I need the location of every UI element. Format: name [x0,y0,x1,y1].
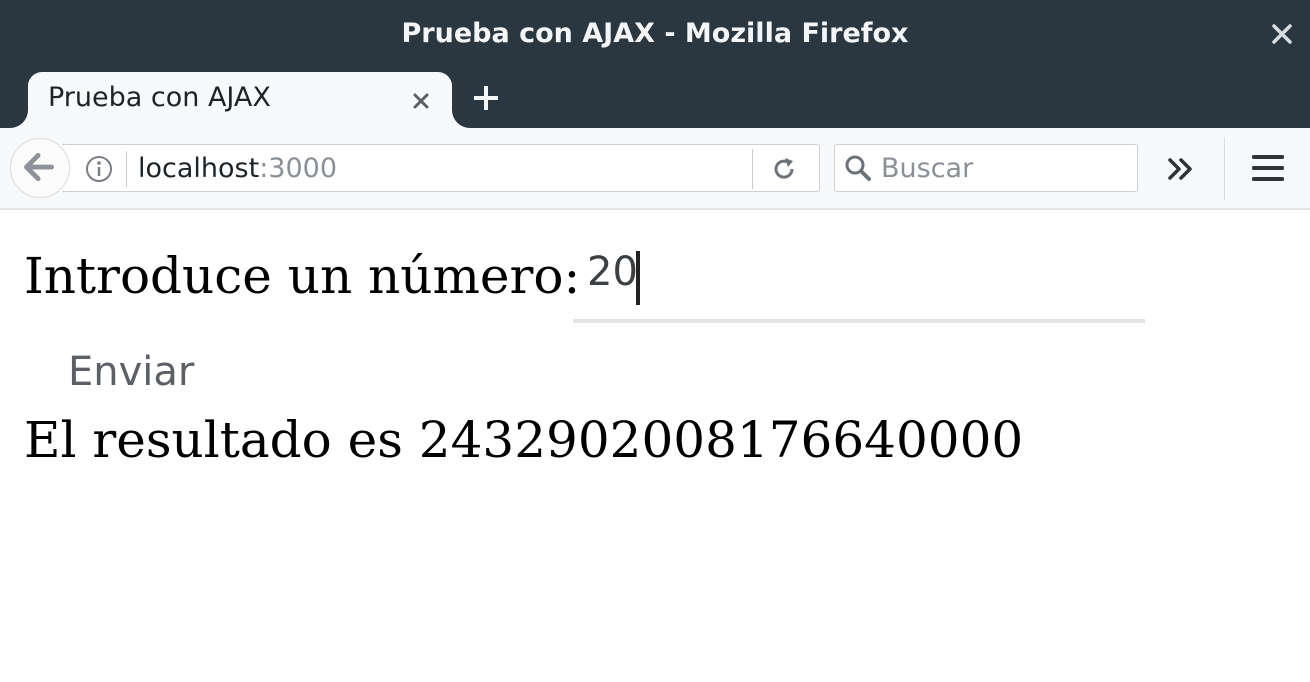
url-port: :3000 [259,153,338,184]
tab-curve [0,108,28,128]
window-titlebar: Prueba con AJAX - Mozilla Firefox [0,0,1310,68]
back-arrow-icon [24,153,55,182]
search-input[interactable] [881,151,1131,185]
url-host: localhost [138,153,260,184]
nav-toolbar: localhost:3000 [0,128,1310,210]
toolbar-separator [1224,138,1225,200]
info-icon[interactable] [84,154,114,184]
hamburger-menu-icon[interactable] [1248,150,1288,186]
back-button[interactable] [10,138,70,198]
submit-button[interactable]: Enviar [24,335,232,409]
result-text: El resultado es 2432902008176640000 [24,411,1024,469]
close-icon[interactable] [1266,18,1298,50]
number-label: Introduce un número: [24,247,581,305]
window-title: Prueba con AJAX - Mozilla Firefox [401,18,909,49]
url-text[interactable]: localhost:3000 [138,153,337,184]
number-input-value: 20 [587,249,638,295]
tab-strip: Prueba con AJAX [0,68,1310,128]
search-bar[interactable] [834,144,1138,192]
text-caret [636,251,640,305]
number-input[interactable]: 20 [573,245,1145,323]
page-content: Introduce un número: 20 Enviar El result… [0,211,1310,682]
url-separator [126,151,127,187]
tab-label: Prueba con AJAX [48,82,271,113]
tab-active[interactable]: Prueba con AJAX [28,72,452,128]
new-tab-icon[interactable] [470,82,502,114]
reload-icon[interactable] [770,155,798,183]
search-icon [845,155,871,181]
reload-separator [752,149,753,189]
overflow-chevrons-icon[interactable] [1164,152,1200,186]
url-bar[interactable]: localhost:3000 [62,144,820,192]
tab-close-icon[interactable] [410,90,432,112]
